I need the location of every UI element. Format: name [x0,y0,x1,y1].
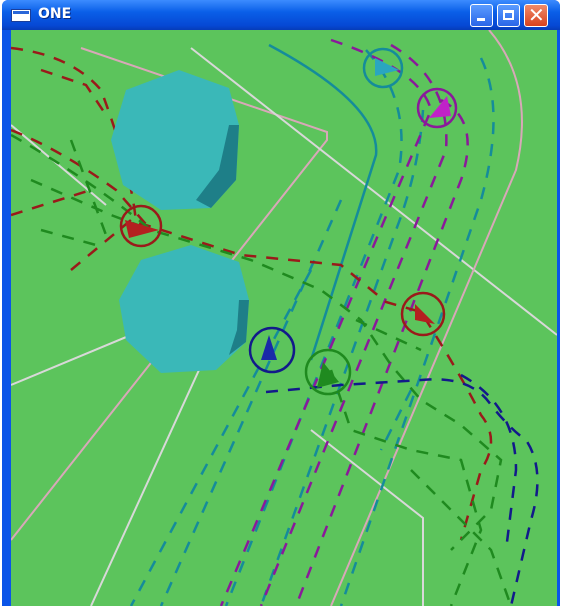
window-title: ONE [38,6,72,22]
minimize-button[interactable] [470,4,493,27]
close-icon: ✕ [528,3,545,27]
app-window: ONE ✕ [2,0,560,606]
pillar [111,70,239,210]
close-button[interactable]: ✕ [524,3,548,27]
simulation-scene [11,30,557,606]
scene-viewport[interactable] [11,30,557,606]
maximize-icon [503,10,514,20]
window-app-icon[interactable] [11,9,31,22]
minimize-icon [477,18,485,21]
maximize-button[interactable] [497,4,520,27]
title-bar[interactable]: ONE ✕ [2,0,560,30]
